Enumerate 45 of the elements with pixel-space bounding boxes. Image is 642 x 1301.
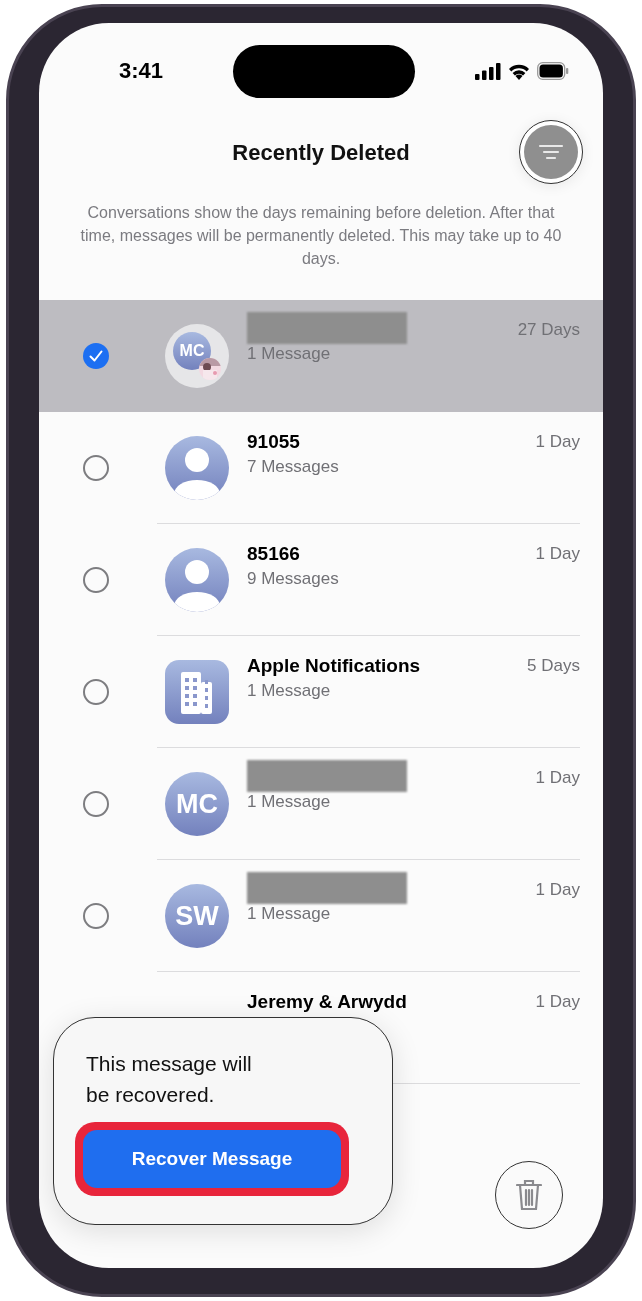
page-title: Recently Deleted xyxy=(232,140,410,166)
days-remaining: 1 Day xyxy=(535,767,581,788)
message-count: 7 Messages xyxy=(247,456,340,478)
days-remaining: 1 Day xyxy=(535,991,581,1012)
selection-circle[interactable] xyxy=(83,903,109,929)
recover-button[interactable]: Recover Message xyxy=(83,1130,341,1188)
person-avatar-icon xyxy=(165,548,229,612)
selection-circle[interactable] xyxy=(83,679,109,705)
conversation-row[interactable]: 91055 7 Messages 1 Day xyxy=(39,412,603,524)
status-time: 3:41 xyxy=(119,58,164,84)
contact-name: 91055 xyxy=(247,430,301,454)
conversation-row[interactable]: Apple Notifications 1 Message 5 Days xyxy=(39,636,603,748)
days-remaining: 27 Days xyxy=(517,319,581,340)
message-count: 9 Messages xyxy=(247,568,340,590)
popup-text: This message will be recovered. xyxy=(86,1051,253,1108)
signal-icon xyxy=(475,62,501,80)
days-remaining: 5 Days xyxy=(527,655,581,676)
days-remaining: 1 Day xyxy=(535,543,581,564)
selected-row[interactable]: MC 1 Message 27 Days xyxy=(39,300,603,412)
selection-circle[interactable] xyxy=(83,455,109,481)
person-avatar-icon xyxy=(165,436,229,500)
conversation-row[interactable]: SW 1 Message 1 Day xyxy=(39,860,603,972)
days-remaining: 1 Day xyxy=(535,431,581,452)
selection-circle[interactable] xyxy=(83,791,109,817)
contact-name: 85166 xyxy=(247,542,301,566)
checked-circle[interactable] xyxy=(83,343,109,369)
building-avatar-icon xyxy=(165,660,229,724)
wifi-icon xyxy=(507,62,531,80)
initials-avatar: SW xyxy=(165,884,229,948)
conversation-row[interactable]: 85166 9 Messages 1 Day xyxy=(39,524,603,636)
battery-icon xyxy=(537,62,569,80)
message-count: 1 Message xyxy=(247,680,332,702)
avatar-initials: MC xyxy=(173,332,211,370)
days-remaining: 1 Day xyxy=(535,879,581,900)
selection-circle[interactable] xyxy=(83,567,109,593)
filter-icon xyxy=(538,144,564,160)
contact-name: Apple Notifications xyxy=(247,654,422,678)
trash-icon xyxy=(516,1179,542,1211)
contact-name: Jeremy & Arwydd xyxy=(247,990,408,1014)
initials-avatar: MC xyxy=(165,772,229,836)
conversation-row[interactable]: MC 1 Message 1 Day xyxy=(39,748,603,860)
description-text: Conversations show the days remaining before deletion. After that time, messages will be permanently deleted. This may take up to 40 days. xyxy=(79,203,563,269)
message-count: 1 Message xyxy=(247,343,332,365)
message-count: 1 Message xyxy=(247,791,332,813)
message-count: 1 Message xyxy=(247,903,332,925)
